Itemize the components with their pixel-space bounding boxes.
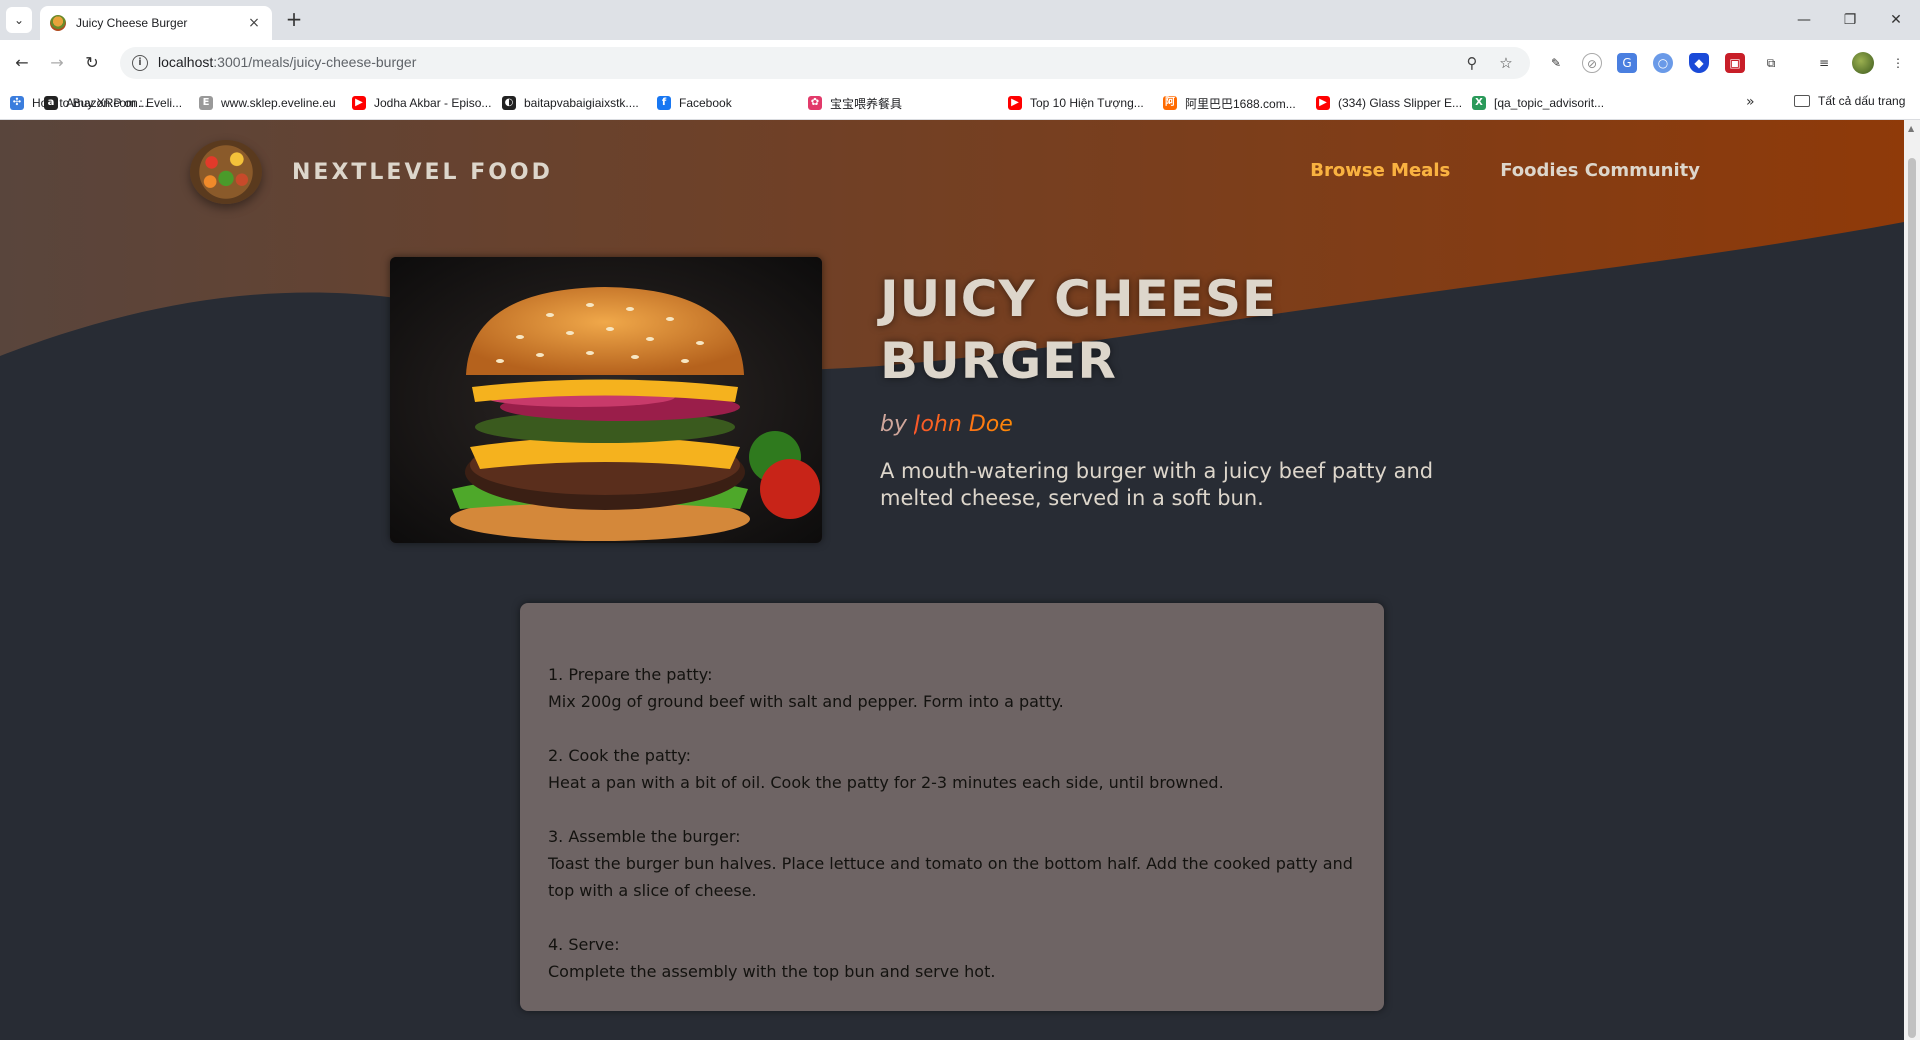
bookmark-label: 宝宝喂养餐具 [830,96,903,111]
extensions-puzzle-icon[interactable]: ⧉ [1761,53,1781,73]
tab-search-button[interactable]: ⌄ [6,7,32,33]
new-tab-button[interactable]: + [282,8,306,32]
bookmark-favicon-icon: 阿 [1163,96,1177,110]
tab-favicon-icon [50,15,66,31]
burger-illustration [390,257,822,543]
bookmark-favicon-icon: E [199,96,213,110]
meal-creator: by John Doe [880,412,1013,437]
zoom-icon[interactable]: ⚲ [1462,53,1482,73]
media-control-icon[interactable]: ≡ [1814,53,1834,73]
minimize-icon[interactable]: — [1792,8,1816,32]
restore-icon[interactable]: ❐ [1838,8,1862,32]
tab-title: Juicy Cheese Burger [76,16,188,30]
bookmark-item[interactable]: ▶ (334) Glass Slipper E... [1316,94,1462,112]
bookmark-label: (334) Glass Slipper E... [1338,96,1463,110]
bookmark-label: Top 10 Hiện Tượng... [1030,96,1144,110]
meal-title: Juicy Cheese Burger [880,270,1278,390]
bookmark-label: Jodha Akbar - Episo... [374,96,492,110]
logo-plate-icon [190,140,262,204]
bookmark-star-icon[interactable]: ☆ [1496,53,1516,73]
site-info-icon[interactable]: i [132,55,148,71]
red-extension-icon[interactable]: ▣ [1725,53,1745,73]
home-logo-link[interactable]: NEXTLEVEL FOOD [190,140,553,204]
compass-extension-icon[interactable]: ⊘ [1582,53,1602,73]
step-title: 1. Prepare the patty: [548,665,713,684]
step-body: Heat a pan with a bit of oil. Cook the p… [548,773,1224,792]
bookmark-favicon-icon: ▶ [1008,96,1022,110]
bookmark-label: www.sklep.eveline.eu [221,96,336,110]
instruction-step: 3. Assemble the burger: Toast the burger… [548,823,1356,904]
nav-foodies-community[interactable]: Foodies Community [1500,160,1700,181]
creator-by-label: by [880,412,907,437]
instruction-step: 2. Cook the patty: Heat a pan with a bit… [548,742,1356,796]
scrollbar-thumb[interactable] [1908,158,1916,1038]
bookmark-favicon-icon: X [1472,96,1486,110]
pen-extension-icon[interactable]: ✎ [1546,53,1566,73]
logo-text: NEXTLEVEL FOOD [292,159,553,185]
bookmark-favicon-icon: f [657,96,671,110]
bookmark-label: Facebook [679,96,732,110]
meal-summary: A mouth-watering burger with a juicy bee… [880,459,1434,510]
bookmark-item[interactable]: a Amazon.com : Eveli... [44,94,182,112]
lens-extension-icon[interactable]: ○ [1653,53,1673,73]
bookmark-favicon-icon: ▶ [1316,96,1330,110]
page-scrollbar[interactable]: ▲ [1904,120,1920,1040]
step-title: 3. Assemble the burger: [548,827,741,846]
step-body: Mix 200g of ground beef with salt and pe… [548,692,1064,711]
bookmark-label: baitapvabaigiaixstk.... [524,96,639,110]
instruction-step: 1. Prepare the patty: Mix 200g of ground… [548,661,1356,715]
all-bookmarks-button[interactable]: Tất cả dấu trang [1794,94,1905,108]
bookmark-favicon-icon: ✿ [808,96,822,110]
bookmark-item[interactable]: f Facebook [657,94,732,112]
shield-extension-icon[interactable]: ◆ [1689,53,1709,73]
step-title: 4. Serve: [548,935,620,954]
profile-avatar[interactable] [1852,52,1874,74]
browser-tab-strip: ⌄ Juicy Cheese Burger × + — ❐ ✕ [0,0,1920,40]
menu-kebab-icon[interactable]: ⋮ [1888,53,1908,73]
bookmark-label: Amazon.com : Eveli... [66,96,183,110]
step-body: Complete the assembly with the top bun a… [548,962,996,981]
folder-icon [1794,95,1810,107]
bookmark-favicon-icon: ◐ [502,96,516,110]
bookmark-item[interactable]: ◐ baitapvabaigiaixstk.... [502,94,639,112]
bookmarks-bar: ✣ How to Buy XRP on... a Amazon.com : Eveli… [0,86,1920,120]
more-bookmarks-chevron-icon[interactable]: » [1746,94,1755,110]
bookmark-item[interactable]: ▶ Top 10 Hiện Tượng... [1008,94,1144,112]
meal-instructions: 1. Prepare the patty: Mix 200g of ground… [520,603,1384,1011]
translate-extension-icon[interactable]: G [1617,53,1637,73]
forward-arrow-icon[interactable]: → [45,51,69,75]
address-bar[interactable]: i localhost:3001/meals/juicy-cheese-burg… [120,47,1530,79]
instruction-step: 4. Serve: Complete the assembly with the… [548,931,1356,985]
site-header: NEXTLEVEL FOOD Browse Meals Foodies Comm… [190,132,1700,212]
page-viewport: NEXTLEVEL FOOD Browse Meals Foodies Comm… [0,120,1904,1040]
scroll-up-icon[interactable]: ▲ [1908,124,1914,133]
creator-name-link[interactable]: John Doe [914,412,1013,437]
bookmark-item[interactable]: 阿阿里巴巴1688.com... [1163,94,1296,112]
tab-close-icon[interactable]: × [246,15,262,31]
bookmark-item[interactable]: Ewww.sklep.eveline.eu [199,94,336,112]
bookmark-item[interactable]: ✿ 宝宝喂养餐具 [808,94,902,112]
bookmark-favicon-icon: ▶ [352,96,366,110]
bookmark-item[interactable]: ▶ Jodha Akbar - Episo... [352,94,491,112]
bookmark-label: [qa_topic_advisorit... [1494,96,1605,110]
step-title: 2. Cook the patty: [548,746,691,765]
bookmark-label: 阿里巴巴1688.com... [1185,96,1296,111]
browser-tab[interactable]: Juicy Cheese Burger × [40,6,272,40]
step-body: Toast the burger bun halves. Place lettu… [548,854,1353,900]
bookmark-favicon-icon: ✣ [10,96,24,110]
reload-icon[interactable]: ↻ [80,51,104,75]
url-text[interactable]: localhost:3001/meals/juicy-cheese-burger [158,54,416,70]
bookmark-favicon-icon: a [44,96,58,110]
bookmark-item[interactable]: X [qa_topic_advisorit... [1472,94,1604,112]
close-window-icon[interactable]: ✕ [1884,8,1908,32]
all-bookmarks-label: Tất cả dấu trang [1818,94,1906,108]
nav-browse-meals[interactable]: Browse Meals [1310,160,1450,181]
back-arrow-icon[interactable]: ← [10,51,34,75]
main-nav: Browse Meals Foodies Community [1310,160,1700,181]
browser-toolbar: ← → ↻ i localhost:3001/meals/juicy-chees… [0,40,1920,86]
meal-image [390,257,822,543]
